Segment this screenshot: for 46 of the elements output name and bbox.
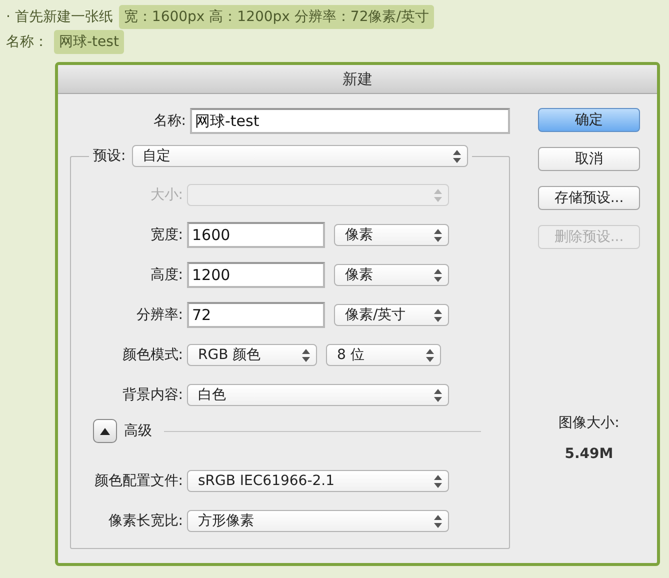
size-label: 图像大小:: [558, 414, 620, 432]
size-value: 5.49M: [564, 446, 614, 462]
up-down-arrow-icon: [434, 188, 442, 202]
up-down-arrow-icon: [302, 348, 310, 362]
field-label: 高度:: [149, 266, 184, 284]
up-down-arrow-icon: [434, 308, 442, 322]
up-down-arrow-icon: [434, 388, 442, 402]
dialog-button[interactable]: 取消: [538, 147, 640, 171]
section-label: 高级: [124, 422, 152, 440]
dropdown[interactable]: 方形像素: [187, 510, 449, 532]
window-title: 新建: [58, 65, 657, 94]
field-label: 名称:: [152, 112, 187, 130]
toggle-button[interactable]: [93, 419, 117, 443]
dropdown[interactable]: sRGB IEC61966-2.1: [187, 470, 449, 492]
intro-text: 名称：: [6, 32, 48, 50]
dropdown[interactable]: 像素: [334, 224, 449, 246]
input-field[interactable]: 72: [187, 302, 325, 328]
dropdown[interactable]: 白色: [187, 384, 449, 406]
input-field[interactable]: 1200: [187, 262, 325, 288]
dialog-button[interactable]: 存储预设...: [538, 186, 640, 210]
up-down-arrow-icon: [434, 268, 442, 282]
field-label: 预设:: [93, 147, 126, 165]
field-label: 宽度:: [149, 226, 184, 244]
highlight-text: 宽：1600px 高：1200px 分辨率：72像素/英寸: [118, 4, 434, 28]
dropdown[interactable]: 自定: [132, 145, 468, 167]
up-down-arrow-icon: [434, 228, 442, 242]
field-label: 大小:: [149, 186, 184, 204]
input-field[interactable]: 网球-test: [190, 108, 510, 134]
up-down-arrow-icon: [452, 150, 461, 162]
field-label: 颜色配置文件:: [93, 472, 184, 490]
up-down-arrow-icon: [434, 474, 442, 488]
field-label: 分辨率:: [135, 306, 184, 324]
up-down-arrow-icon: [434, 514, 442, 528]
dropdown[interactable]: 8 位: [326, 344, 441, 366]
field-label: 像素长宽比:: [107, 512, 184, 530]
field-label: 颜色模式:: [121, 346, 184, 364]
input-field[interactable]: 1600: [187, 222, 325, 248]
dialog-button[interactable]: 确定: [538, 108, 640, 132]
field-label: 背景内容:: [121, 386, 184, 404]
triangle-icon: [100, 428, 110, 434]
up-down-arrow-icon: [426, 348, 434, 362]
highlight-text: 网球-test: [54, 30, 124, 54]
dropdown[interactable]: RGB 颜色: [187, 344, 317, 366]
dropdown[interactable]: 像素: [334, 264, 449, 286]
dropdown[interactable]: 像素/英寸: [334, 304, 449, 326]
intro-text: · 首先新建一张纸: [6, 8, 113, 26]
